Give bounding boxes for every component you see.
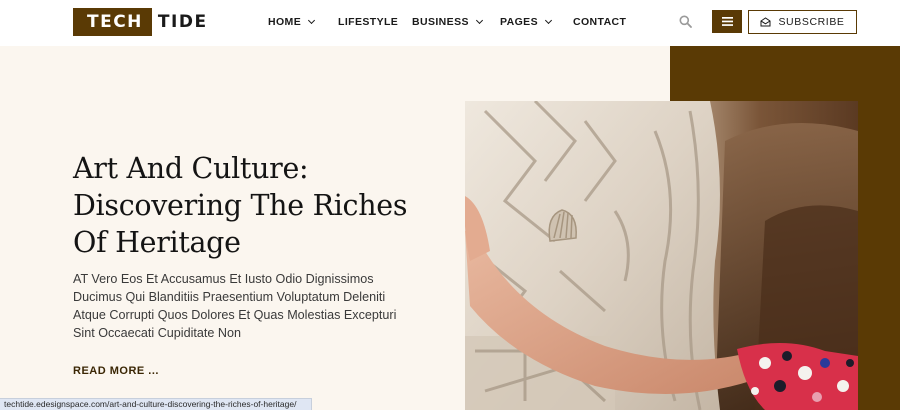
site-header: TECH TIDE HOME LIFESTYLE BUSINESS PAGES … [0,0,900,46]
nav-item-label: PAGES [500,16,538,28]
subscribe-label: SUBSCRIBE [778,16,845,28]
nav-item-contact[interactable]: CONTACT [573,0,626,44]
menu-button[interactable] [712,10,742,33]
browser-status-url: techtide.edesignspace.com/art-and-cultur… [0,398,312,410]
read-more-link[interactable]: READ MORE ... [73,365,159,377]
logo-box-text: TECH [73,8,152,36]
hero-excerpt: AT Vero Eos Et Accusamus Et Iusto Odio D… [73,272,397,340]
chevron-down-icon [475,16,483,25]
nav-item-home[interactable]: HOME [268,0,316,44]
chevron-down-icon [544,16,553,25]
logo-rest-text: TIDE [157,12,208,32]
nav-item-lifestyle[interactable]: LIFESTYLE [338,0,398,44]
envelope-icon [760,17,771,27]
site-logo[interactable]: TECH TIDE [73,8,208,36]
hamburger-icon [721,17,733,26]
nav-item-label: BUSINESS [412,16,469,28]
search-icon[interactable] [679,15,692,28]
nav-item-label: CONTACT [573,16,627,28]
hero-title[interactable]: Art And Culture: Discovering The Riches … [73,150,443,261]
subscribe-button[interactable]: SUBSCRIBE [748,10,857,34]
chevron-down-icon [308,16,316,25]
nav-item-label: HOME [268,16,302,28]
nav-item-pages[interactable]: PAGES [500,0,553,44]
nav-item-business[interactable]: BUSINESS [412,0,483,44]
nav-item-label: LIFESTYLE [338,16,399,28]
hero-image[interactable] [465,101,858,410]
